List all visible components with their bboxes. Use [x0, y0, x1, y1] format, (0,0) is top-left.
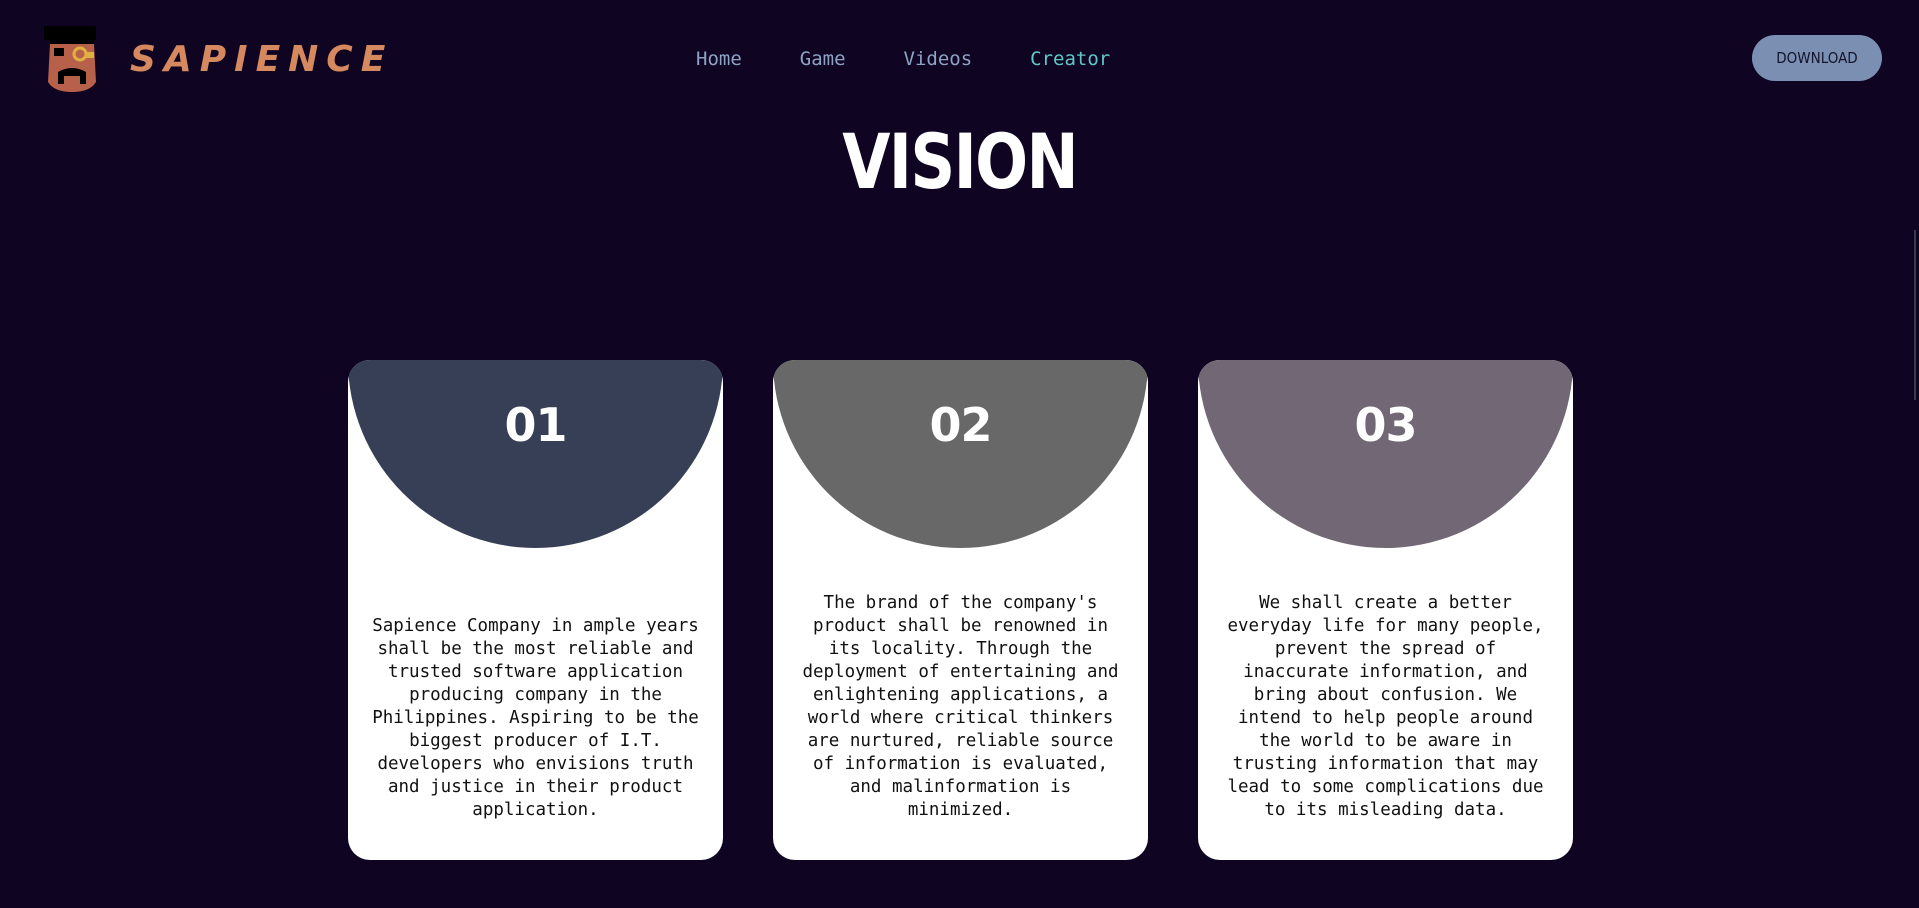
card-dome	[348, 360, 723, 548]
vision-cards: 01 Sapience Company in ample years shall…	[348, 360, 1573, 860]
nav-game[interactable]: Game	[800, 48, 846, 70]
nav-home[interactable]: Home	[696, 48, 742, 70]
card-dome	[773, 360, 1148, 548]
card-dome	[1198, 360, 1573, 548]
vision-card-2: 02 The brand of the company's product sh…	[773, 360, 1148, 860]
card-text: We shall create a better everyday life f…	[1227, 593, 1544, 820]
card-number: 02	[929, 398, 992, 452]
download-button[interactable]: DOWNLOAD	[1752, 35, 1882, 81]
nav-videos[interactable]: Videos	[904, 48, 973, 70]
page-title: VISION	[842, 117, 1078, 206]
brand-name: SAPIENCE	[130, 38, 394, 80]
nav-creator[interactable]: Creator	[1030, 48, 1110, 70]
card-number: 03	[1354, 398, 1417, 452]
vision-card-3: 03 We shall create a better everyday lif…	[1198, 360, 1573, 860]
scrollbar-thumb[interactable]	[1914, 230, 1916, 400]
card-text: The brand of the company's product shall…	[802, 593, 1119, 820]
vision-card-1: 01 Sapience Company in ample years shall…	[348, 360, 723, 860]
logo-avatar-icon	[40, 24, 104, 94]
main-nav: Home Game Videos Creator	[696, 48, 1110, 70]
brand-logo[interactable]: SAPIENCE	[40, 24, 393, 94]
card-text: Sapience Company in ample years shall be…	[372, 616, 699, 820]
card-number: 01	[504, 398, 567, 452]
